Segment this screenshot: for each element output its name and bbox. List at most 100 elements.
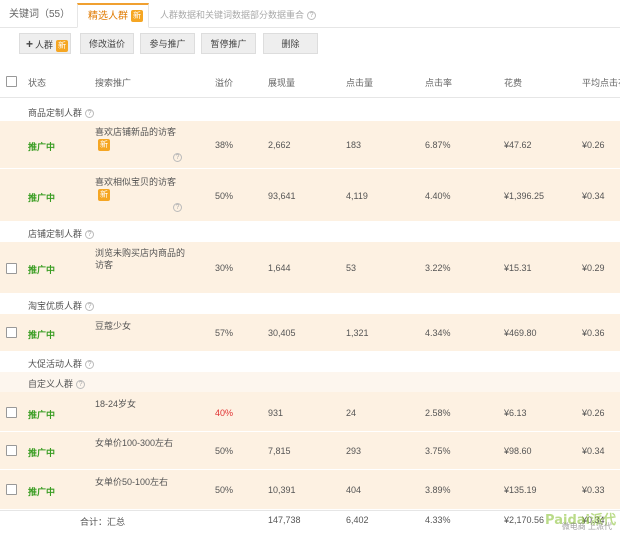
impressions-value: 1,644 — [268, 263, 291, 273]
group-label: 淘宝优质人群? — [28, 299, 95, 312]
premium-value[interactable]: 38% — [215, 140, 233, 150]
data-overlap-hint: 人群数据和关键词数据部分数据重合? — [160, 3, 317, 28]
help-icon[interactable]: ? — [85, 230, 95, 240]
group-header: 淘宝优质人群? — [0, 294, 620, 314]
status-text: 推广中 — [28, 448, 56, 458]
premium-value[interactable]: 50% — [215, 191, 233, 201]
clicks-value: 404 — [346, 485, 362, 495]
table-row: 推广中 喜欢相似宝贝的访客新? 50% 93,641 4,119 4.40% ¥… — [0, 169, 620, 222]
cost-value: ¥15.31 — [504, 263, 532, 273]
impressions-value: 7,815 — [268, 446, 291, 456]
group-label: 店铺定制人群? — [28, 227, 95, 240]
group-header: 店铺定制人群? — [0, 222, 620, 242]
cost-value: ¥1,396.25 — [504, 191, 545, 201]
impressions-value: 93,641 — [268, 191, 296, 201]
table-row: 推广中 豆蔻少女 57% 30,405 1,321 4.34% ¥469.80 … — [0, 314, 620, 352]
row-checkbox[interactable] — [6, 484, 17, 495]
cpc-value: ¥0.29 — [582, 263, 605, 273]
total-label: 合计：汇总 — [80, 517, 126, 527]
col-search-promo[interactable]: 搜索推广 — [95, 76, 131, 89]
delete-button[interactable]: 删除 — [263, 33, 318, 54]
ctr-value: 6.87% — [425, 140, 451, 150]
hint-text: 人群数据和关键词数据部分数据重合 — [160, 10, 305, 20]
table-row: 推广中 女单价100-300左右 50% 7,815 293 3.75% ¥98… — [0, 432, 620, 470]
ctr-value: 3.89% — [425, 485, 451, 495]
total-impressions: 147,738 — [268, 515, 301, 525]
premium-value[interactable]: 30% — [215, 263, 233, 273]
row-checkbox[interactable] — [6, 407, 17, 418]
tab-selected-crowd[interactable]: 精选人群新 — [77, 3, 149, 28]
ctr-value: 3.75% — [425, 446, 451, 456]
status-text: 推广中 — [28, 142, 56, 152]
col-avg-cpc[interactable]: 平均点击花 — [582, 76, 620, 89]
impressions-value: 2,662 — [268, 140, 291, 150]
group-header: 自定义人群? — [0, 372, 620, 392]
status-text: 推广中 — [28, 265, 56, 275]
help-icon[interactable]: ? — [307, 11, 317, 21]
crowd-name: 喜欢店铺新品的访客新? — [95, 126, 190, 163]
cost-value: ¥469.80 — [504, 328, 537, 338]
group-header: 商品定制人群? — [0, 101, 620, 121]
group-label: 大促活动人群? — [28, 357, 95, 370]
select-all-checkbox[interactable] — [6, 76, 17, 87]
help-icon[interactable]: ? — [173, 202, 182, 212]
help-icon[interactable]: ? — [85, 302, 95, 312]
group-header: 大促活动人群? — [0, 352, 620, 372]
clicks-value: 4,119 — [346, 191, 368, 201]
clicks-value: 1,321 — [346, 328, 369, 338]
row-checkbox[interactable] — [6, 263, 17, 274]
ctr-value: 4.40% — [425, 191, 451, 201]
plus-icon: + — [26, 37, 34, 51]
help-icon[interactable]: ? — [85, 109, 95, 119]
edit-premium-button[interactable]: 修改溢价 — [80, 33, 134, 54]
row-checkbox[interactable] — [6, 445, 17, 456]
total-cost: ¥2,170.56 — [504, 515, 545, 525]
premium-value[interactable]: 57% — [215, 328, 233, 338]
crowd-name: 浏览未购买店内商品的访客 — [95, 248, 186, 270]
cpc-value: ¥0.33 — [582, 485, 605, 495]
cpc-value: ¥0.34 — [582, 191, 605, 201]
col-status[interactable]: 状态 — [28, 76, 46, 89]
tab-crowd-label: 精选人群 — [88, 11, 128, 22]
premium-value[interactable]: 40% — [215, 408, 233, 418]
cost-value: ¥135.19 — [504, 485, 537, 495]
col-clicks[interactable]: 点击量 — [346, 76, 373, 89]
new-badge: 新 — [98, 138, 110, 151]
col-ctr[interactable]: 点击率 — [425, 76, 452, 89]
total-row: 合计：汇总 147,738 6,402 4.33% ¥2,170.56 ¥0.3… — [0, 510, 620, 530]
help-icon[interactable]: ? — [85, 360, 95, 370]
cpc-value: ¥0.26 — [582, 140, 605, 150]
status-text: 推广中 — [28, 193, 56, 203]
ctr-value: 3.22% — [425, 263, 451, 273]
cost-value: ¥47.62 — [504, 140, 532, 150]
cpc-value: ¥0.26 — [582, 408, 605, 418]
new-badge: 新 — [98, 188, 110, 201]
premium-value[interactable]: 50% — [215, 446, 233, 456]
ctr-value: 4.34% — [425, 328, 451, 338]
new-badge: 新 — [131, 10, 143, 23]
help-icon[interactable]: ? — [76, 380, 86, 390]
ctr-value: 2.58% — [425, 408, 451, 418]
tab-keywords[interactable]: 关键词（55） — [9, 3, 70, 28]
group-label: 商品定制人群? — [28, 106, 95, 119]
join-promotion-button[interactable]: 参与推广 — [140, 33, 195, 54]
status-text: 推广中 — [28, 330, 56, 340]
crowd-name: 喜欢相似宝贝的访客新? — [95, 176, 190, 213]
clicks-value: 293 — [346, 446, 362, 456]
premium-value[interactable]: 50% — [215, 485, 233, 495]
clicks-value: 24 — [346, 408, 357, 418]
table-header: 状态 搜索推广 溢价 展现量 点击量 点击率 花费 平均点击花 — [0, 66, 620, 98]
table-row: 推广中 18-24岁女 40% 931 24 2.58% ¥6.13 ¥0.26 — [0, 392, 620, 432]
col-premium[interactable]: 溢价 — [215, 76, 233, 89]
col-cost[interactable]: 花费 — [504, 76, 522, 89]
watermark-slogan: 微电商 上派代 — [561, 522, 612, 531]
row-checkbox[interactable] — [6, 327, 17, 338]
crowd-name: 女单价50-100左右 — [95, 477, 169, 487]
add-crowd-button[interactable]: + 人群新 — [19, 33, 71, 54]
cost-value: ¥98.60 — [504, 446, 532, 456]
table-row: 推广中 浏览未购买店内商品的访客 30% 1,644 53 3.22% ¥15.… — [0, 242, 620, 294]
cpc-value: ¥0.34 — [582, 446, 605, 456]
pause-promotion-button[interactable]: 暂停推广 — [201, 33, 256, 54]
col-impressions[interactable]: 展现量 — [268, 76, 295, 89]
help-icon[interactable]: ? — [173, 152, 182, 162]
